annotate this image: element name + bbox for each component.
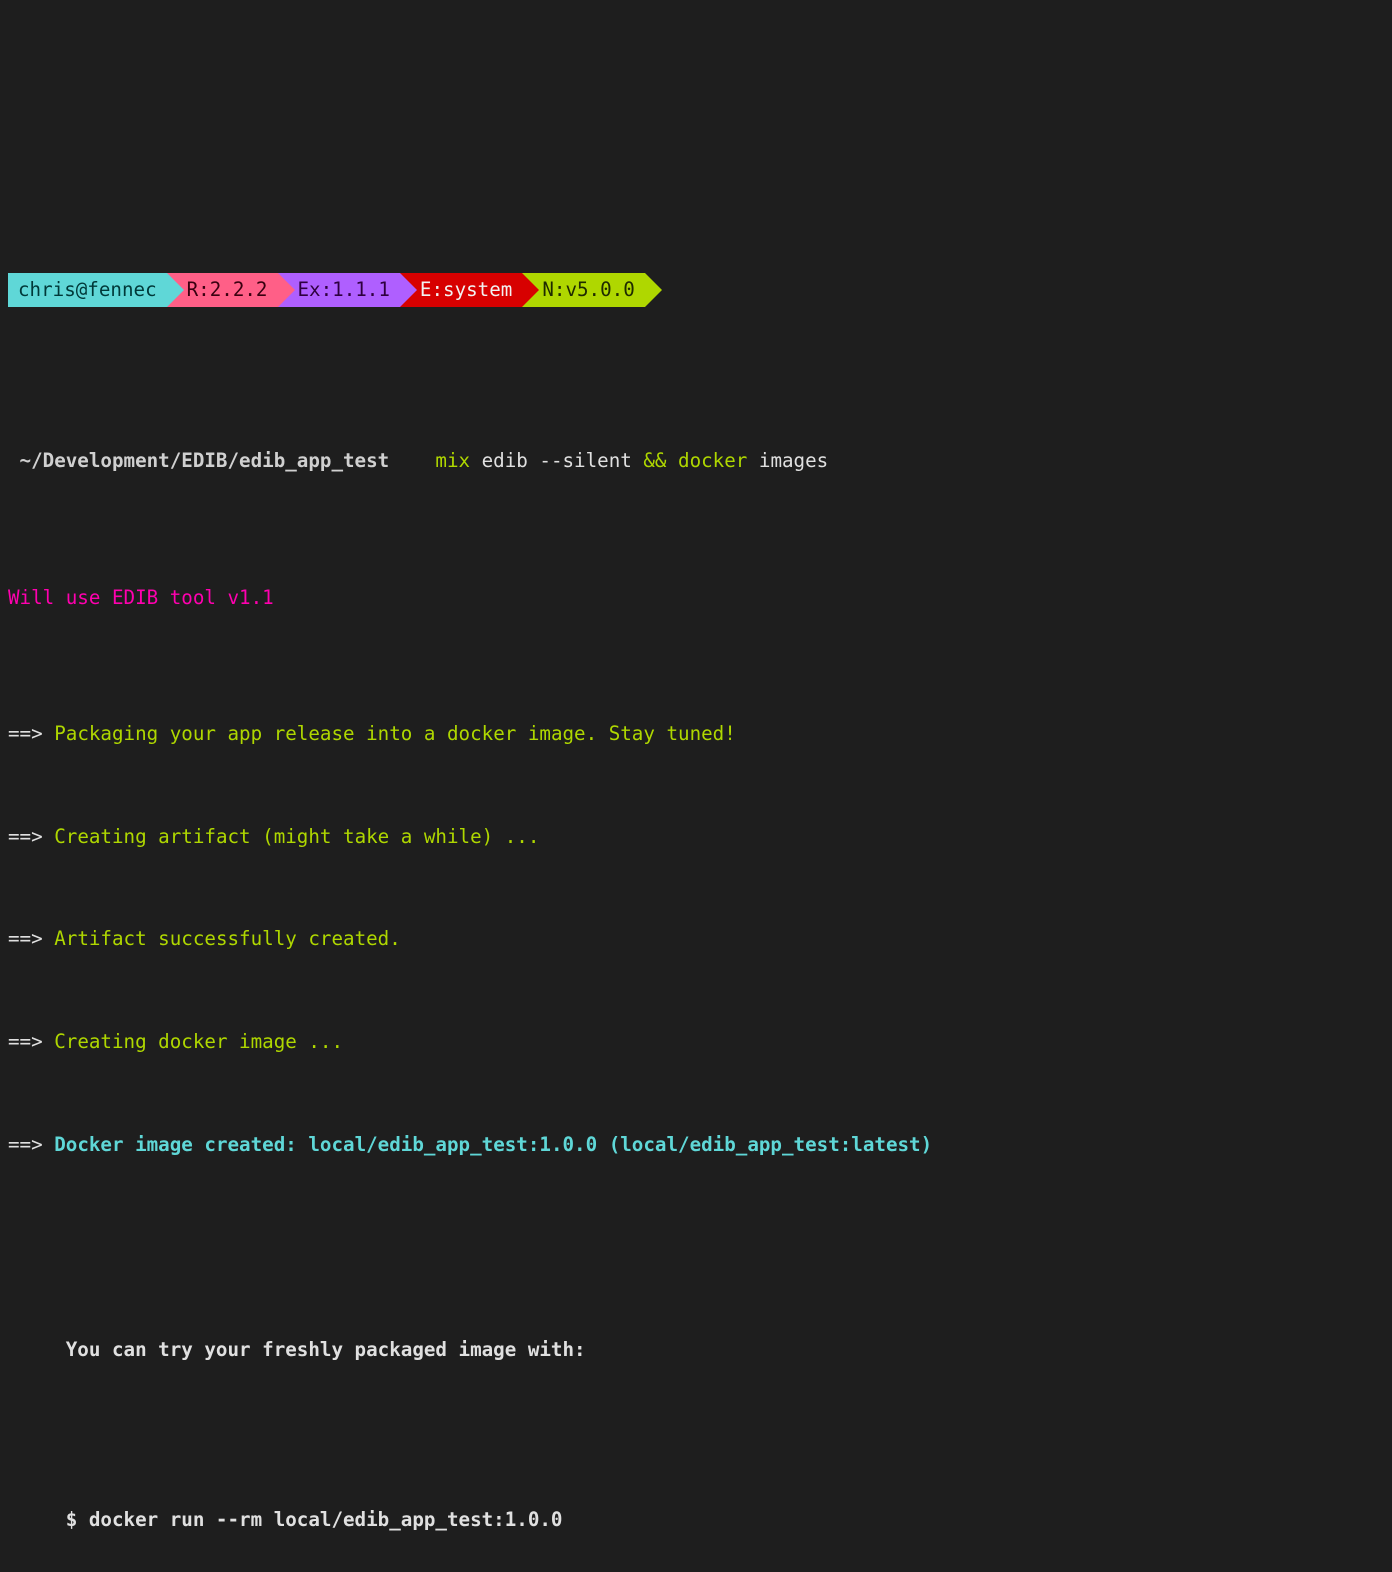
terminal-window[interactable]: chris@fennec R:2.2.2 Ex:1.1.1 E:system N… (0, 137, 1392, 1572)
command-mix: mix (435, 449, 470, 472)
tool-version-line: Will use EDIB tool v1.1 (8, 581, 1384, 615)
output-line: ==> Docker image created: local/edib_app… (8, 1128, 1384, 1162)
status-elixir: Ex:1.1.1 (278, 273, 400, 307)
output-line: ==> Artifact successfully created. (8, 922, 1384, 956)
command-docker: docker (666, 449, 747, 472)
statusbar: chris@fennec R:2.2.2 Ex:1.1.1 E:system N… (8, 273, 1384, 307)
status-host: chris@fennec (8, 273, 167, 307)
cwd: ~/Development/EDIB/edib_app_test (8, 449, 401, 472)
hint-line: You can try your freshly packaged image … (8, 1333, 1384, 1367)
prompt-line[interactable]: ~/Development/EDIB/edib_app_test mix edi… (8, 444, 1384, 478)
output-line: ==> Creating docker image ... (8, 1025, 1384, 1059)
output-line: ==> Creating artifact (might take a whil… (8, 820, 1384, 854)
status-env: E:system (400, 273, 522, 307)
hint-line: $ docker run --rm local/edib_app_test:1.… (8, 1503, 1384, 1537)
output-line: ==> Packaging your app release into a do… (8, 717, 1384, 751)
status-node: N:v5.0.0 (522, 273, 644, 307)
